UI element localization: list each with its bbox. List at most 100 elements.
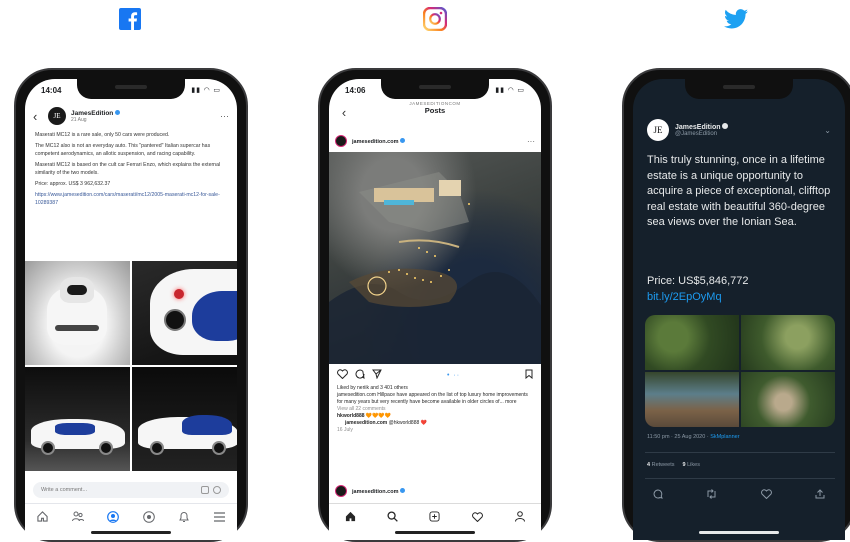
comment-user[interactable]: hkworld888 — [337, 413, 365, 419]
like-icon[interactable] — [760, 489, 772, 501]
post-paragraph: Maserati MC12 is a rare sale, only 50 ca… — [35, 132, 170, 138]
facebook-screen: 14:04 ▮▮ ◠ ▭ ‹ JE JamesEdition 21 Aug ··… — [25, 79, 237, 540]
verified-icon — [722, 123, 729, 129]
phone-notch — [685, 79, 793, 99]
tweet-link[interactable]: bit.ly/2EpOyMq — [647, 290, 833, 306]
tweet-header: JE JamesEdition @JamesEdition ⌄ — [647, 119, 831, 141]
account-name[interactable]: JamesEdition — [675, 123, 729, 131]
instagram-screen: 14:06 ▮▮ ◠ ▭ ‹ JAMESEDITIONCOM Posts jam… — [329, 79, 541, 540]
photo-grid — [25, 261, 237, 471]
tweet-source[interactable]: SkMplanner — [710, 434, 739, 440]
groups-icon[interactable] — [142, 510, 155, 523]
post-header: jamesedition.com ··· — [335, 133, 535, 149]
share-icon[interactable] — [372, 369, 382, 382]
facebook-icon — [117, 6, 143, 32]
status-bar: 14:04 ▮▮ ◠ ▭ — [25, 81, 237, 99]
status-time: 14:06 — [345, 85, 366, 95]
back-icon[interactable]: ‹ — [339, 105, 349, 120]
bottom-nav — [25, 503, 237, 529]
profile-icon[interactable] — [107, 510, 120, 523]
tweet-stats: 4 Retweets 9 Likes — [647, 462, 700, 468]
page-title: Posts — [424, 106, 446, 115]
search-icon[interactable] — [387, 511, 399, 523]
retweets-stat[interactable]: 4 Retweets — [647, 462, 675, 468]
tweet-actions — [653, 489, 825, 501]
home-indicator — [395, 531, 475, 534]
avatar[interactable] — [335, 135, 347, 147]
tweet-meta: 11:50 pm · 25 Aug 2020 · SkMplanner — [647, 434, 740, 440]
estate-photo[interactable] — [741, 315, 835, 370]
notifications-icon[interactable] — [178, 511, 190, 523]
menu-icon[interactable] — [213, 511, 225, 523]
twitter-phone: JE JamesEdition @JamesEdition ⌄ This tru… — [622, 68, 850, 542]
username[interactable]: jamesedition.com — [352, 487, 406, 495]
gif-icon[interactable] — [201, 486, 209, 494]
post-details: Liked by neriik and 3 401 others jamesed… — [337, 385, 533, 434]
estate-photo[interactable] — [645, 315, 739, 370]
post-actions: • ·· — [337, 368, 533, 382]
chevron-down-icon[interactable]: ⌄ — [824, 126, 831, 135]
signal-wifi-battery-icon: ▮▮ ◠ ▭ — [495, 87, 525, 94]
verified-icon — [400, 137, 406, 143]
avatar[interactable]: JE — [647, 119, 669, 141]
retweet-icon[interactable] — [706, 489, 717, 501]
more-options-icon[interactable]: ··· — [527, 137, 535, 146]
comment-text: @hkworld888 ❤️ — [388, 420, 427, 426]
home-icon[interactable] — [37, 511, 49, 523]
car-photo[interactable] — [25, 367, 130, 471]
comment-input[interactable]: Write a comment... — [33, 482, 229, 498]
view-comments-link[interactable]: View all 22 comments — [337, 406, 533, 413]
status-time: 14:04 — [41, 85, 62, 95]
instagram-phone: 14:06 ▮▮ ◠ ▭ ‹ JAMESEDITIONCOM Posts jam… — [318, 68, 552, 542]
photo-grid — [645, 315, 835, 427]
home-indicator — [699, 531, 779, 534]
reply-icon[interactable] — [653, 489, 663, 501]
post-header: ‹ JE JamesEdition 21 Aug ··· — [25, 103, 237, 129]
twitter-icon — [723, 6, 749, 32]
villa-photo[interactable] — [329, 152, 541, 364]
profile-icon[interactable] — [514, 511, 526, 523]
comment-placeholder: Write a comment... — [41, 487, 88, 493]
emoji-icon[interactable] — [213, 486, 221, 494]
verified-icon — [400, 487, 406, 493]
avatar[interactable]: JE — [48, 107, 66, 125]
comment-row: jamesedition.com @hkworld888 ❤️ — [337, 420, 533, 427]
activity-icon[interactable] — [471, 511, 483, 523]
save-icon[interactable] — [525, 369, 533, 382]
next-post-header: jamesedition.com — [335, 483, 535, 499]
comment-user[interactable]: jamesedition.com — [345, 420, 387, 426]
like-icon[interactable] — [337, 368, 348, 382]
price-text: Price: US$5,846,772 — [647, 275, 749, 287]
twitter-screen: JE JamesEdition @JamesEdition ⌄ This tru… — [633, 79, 845, 540]
comment-icon[interactable] — [355, 369, 365, 382]
more-options-icon[interactable]: ··· — [220, 111, 229, 121]
verified-icon — [115, 109, 121, 115]
likes-stat[interactable]: 9 Likes — [683, 462, 700, 468]
instagram-icon — [422, 6, 448, 32]
post-text: Maserati MC12 is a rare sale, only 50 ca… — [35, 132, 227, 211]
bottom-nav — [329, 503, 541, 529]
estate-photo[interactable] — [645, 372, 739, 427]
account-handle[interactable]: @JamesEdition — [675, 131, 728, 137]
comment-text: 🧡🧡🧡🧡 — [365, 413, 391, 419]
new-post-icon[interactable] — [429, 511, 441, 523]
friends-icon[interactable] — [71, 511, 84, 523]
divider — [645, 478, 835, 479]
tweet-text: This truly stunning, once in a lifetime … — [647, 154, 831, 228]
avatar[interactable] — [335, 485, 347, 497]
username[interactable]: jamesedition.com — [352, 137, 406, 145]
post-date: 16 July — [337, 427, 353, 433]
likes-count[interactable]: Liked by neriik and 3 401 others — [337, 385, 533, 392]
page-name[interactable]: JamesEdition — [71, 109, 121, 117]
post-caption: jamesedition.com Hillpace have appeared … — [337, 392, 528, 405]
tweet-price: Price: US$5,846,772 bit.ly/2EpOyMq — [647, 274, 833, 305]
car-photo[interactable] — [132, 367, 237, 471]
home-icon[interactable] — [344, 511, 356, 523]
estate-photo[interactable] — [741, 372, 835, 427]
back-icon[interactable]: ‹ — [33, 109, 43, 124]
car-photo[interactable] — [132, 261, 237, 365]
car-photo[interactable] — [25, 261, 130, 365]
share-icon[interactable] — [815, 489, 825, 501]
post-link[interactable]: https://www.jamesedition.com/cars/masera… — [35, 192, 227, 207]
posts-header: ‹ JAMESEDITIONCOM Posts — [329, 101, 541, 120]
